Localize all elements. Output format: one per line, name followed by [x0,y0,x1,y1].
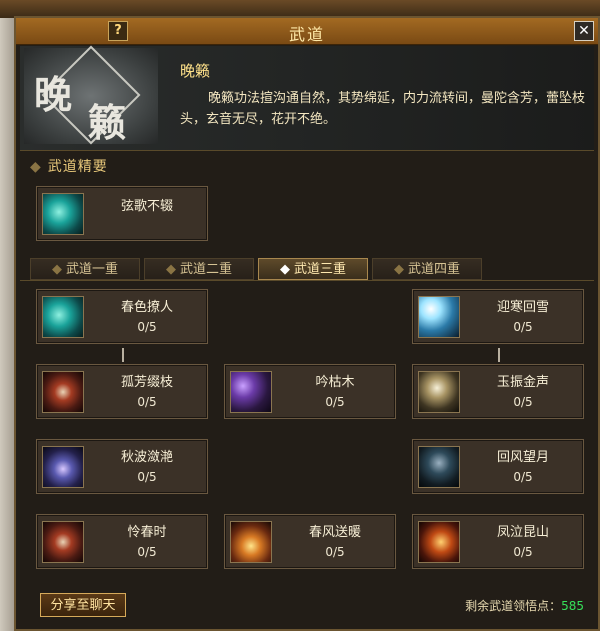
remaining-points-value: 585 [561,599,584,613]
fire-swirl-icon [418,521,460,563]
skill-tile[interactable]: 春风送暖 0/5 [224,514,396,569]
skill-tile-level: 0/5 [137,545,157,559]
skill-tile[interactable]: 春色撩人 0/5 [36,289,208,344]
remaining-points-label: 剩余武道领悟点： [465,599,562,613]
tab-bullet-icon: ◆ [51,262,62,277]
close-button[interactable]: ✕ [574,21,594,41]
emblem-glyph-1: 晚 [34,72,73,117]
window-title: 武道 [288,25,325,44]
tier-tabs: ◆ 武道一重 ◆ 武道二重 ◆ 武道三重 ◆ 武道四重 [20,258,594,281]
skill-tile-level: 0/5 [513,395,533,409]
skill-tile-level: 0/5 [137,395,157,409]
skill-tile-name: 春风送暖 [308,525,361,540]
skill-tile-name: 怜春时 [127,525,167,540]
tab-tier-3[interactable]: ◆ 武道三重 [258,258,368,280]
tab-tier-1[interactable]: ◆ 武道一重 [30,258,140,280]
skill-description: 晚籁功法揎沟通自然，其势绵延，内力流转间，曼陀含芳，蕾坠枝头，玄音无尽，花开不绝… [180,91,586,127]
purple-hand-icon [230,371,272,413]
window-titlebar[interactable]: ? 武道 ✕ [16,18,598,45]
skill-connector [498,348,500,362]
skill-tile-name: 弦歌不辍 [120,199,173,214]
skill-tile-name: 秋波潋滟 [120,450,173,465]
skill-tile-level: 0/5 [137,320,157,334]
teal-blade-icon [42,296,84,338]
skill-tile[interactable]: 回风望月 0/5 [412,439,584,494]
remaining-points: 剩余武道领悟点：585 [465,597,584,614]
skill-tile-name: 迎寒回雪 [496,300,549,315]
purple-wind-icon [42,446,84,488]
skill-tile[interactable]: 迎寒回雪 0/5 [412,289,584,344]
skill-tile-level: 0/5 [137,470,157,484]
martial-dao-window: ? 武道 ✕ 晚 籁 晚籁 晚籁功法揎沟通自然，其势绵延，内力流转间，曼陀含芳，… [14,16,600,631]
tab-bullet-icon: ◆ [279,262,290,277]
game-scene-edge [0,18,14,631]
skill-tile-level: 0/5 [513,545,533,559]
skill-tile-name: 春色撩人 [120,300,173,315]
tab-bullet-icon: ◆ [165,262,176,277]
skill-tile[interactable]: 凤泣昆山 0/5 [412,514,584,569]
skill-connector [122,348,124,362]
skill-tile[interactable]: 孤芳缀枝 0/5 [36,364,208,419]
tab-tier-4[interactable]: ◆ 武道四重 [372,258,482,280]
flame-hand-icon [230,521,272,563]
skill-name: 晚籁 [180,62,211,80]
skill-tile[interactable]: 玉振金声 0/5 [412,364,584,419]
essentials-section-title: ◆ 武道精要 [30,159,108,175]
skill-tile-name: 回风望月 [496,450,549,465]
emblem-glyph-2: 籁 [88,100,127,145]
skill-tile[interactable]: 吟枯木 0/5 [224,364,396,419]
skill-tile-level: 0/5 [325,395,345,409]
red-flower-icon [42,521,84,563]
share-to-chat-button[interactable]: 分享至聊天 [40,593,126,617]
gold-strike-icon [418,371,460,413]
essential-skill-tile[interactable]: 弦歌不辍 [36,186,208,241]
tab-tier-2[interactable]: ◆ 武道二重 [144,258,254,280]
skill-tile-name: 玉振金声 [496,375,549,390]
skill-tile-name: 凤泣昆山 [496,525,549,540]
ice-burst-icon [418,296,460,338]
skill-tile-name: 吟枯木 [315,375,355,390]
teal-blade-icon [42,193,84,235]
skill-tile[interactable]: 秋波潋滟 0/5 [36,439,208,494]
skill-tile-name: 孤芳缀枝 [120,375,173,390]
red-flower-icon [42,371,84,413]
skill-tile[interactable]: 怜春时 0/5 [36,514,208,569]
skill-tile-level: 0/5 [325,545,345,559]
section-bullet-icon: ◆ [30,159,42,175]
skill-tile-level: 0/5 [513,470,533,484]
skill-emblem-icon: 晚 籁 [24,45,158,145]
tab-bullet-icon: ◆ [393,262,404,277]
skill-header: 晚 籁 晚籁 晚籁功法揎沟通自然，其势绵延，内力流转间，曼陀含芳，蕾坠枝头，玄音… [20,45,594,151]
dark-figure-icon [418,446,460,488]
skill-tile-level: 0/5 [513,320,533,334]
